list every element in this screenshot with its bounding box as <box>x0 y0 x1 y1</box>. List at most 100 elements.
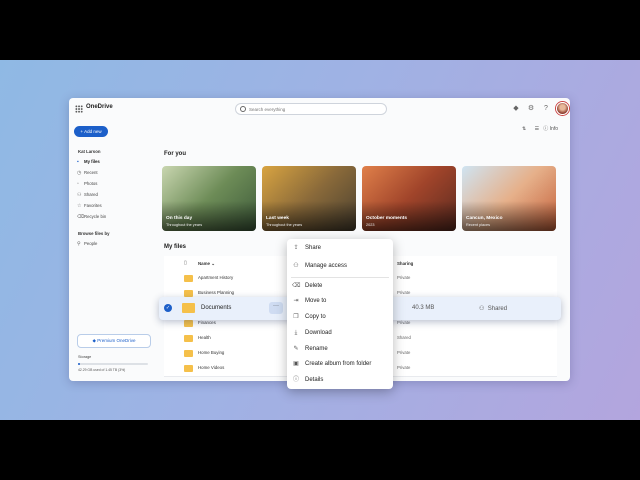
memory-card[interactable]: Last week Throughout the years <box>262 166 356 231</box>
memory-card[interactable]: Cancun, Mexico Recent places <box>462 166 556 231</box>
menu-item-manage-access[interactable]: ⚇ Manage access <box>287 259 393 274</box>
column-sharing[interactable]: Sharing <box>397 261 413 266</box>
folder-icon <box>184 350 193 357</box>
checkmark-icon[interactable]: ✓ <box>164 304 172 312</box>
file-name: Apartment History <box>198 275 234 280</box>
diamond-icon: ◆ <box>92 338 96 343</box>
folder-icon <box>184 335 193 342</box>
add-new-label: Add new <box>84 129 102 134</box>
file-name: Documents <box>201 305 232 311</box>
top-bar: OneDrive ◆ ⚙ ? <box>69 98 570 120</box>
sidebar-item-my-files[interactable]: ▪ My files <box>77 157 147 166</box>
file-name: Home Videos <box>198 365 225 370</box>
sharing-label: Shared <box>487 306 508 312</box>
sidebar-item-recycle-bin[interactable]: ⌫Recycle bin <box>77 212 147 221</box>
people-icon: ⚇ <box>77 192 82 198</box>
card-title: Cancun, Mexico <box>466 216 503 221</box>
menu-item-rename[interactable]: ✎ Rename <box>287 342 393 357</box>
card-subtitle: Throughout the years <box>266 223 303 227</box>
menu-item-download[interactable]: ⤓ Download <box>287 326 393 341</box>
file-name: Business Planning <box>198 290 235 295</box>
sidebar-item-label: Photos <box>84 181 98 186</box>
sharing-status: Private <box>397 320 411 325</box>
premium-diamond-icon[interactable]: ◆ <box>512 105 520 113</box>
card-subtitle: Recent places <box>466 223 491 227</box>
menu-item-copy-to[interactable]: ❐ Copy to <box>287 310 393 325</box>
menu-item-label: Manage access <box>305 263 348 269</box>
info-icon: ⓘ <box>292 377 299 383</box>
file-name: Home Buying <box>198 350 225 355</box>
sidebar-item-label: Shared <box>84 192 98 197</box>
download-icon: ⤓ <box>294 330 298 336</box>
menu-divider <box>291 277 389 278</box>
column-name-label: Name <box>198 261 210 266</box>
folder-icon <box>184 320 193 327</box>
more-options-button[interactable]: ··· <box>269 302 283 314</box>
move-icon: ⇥ <box>293 298 299 304</box>
sort-icon[interactable]: ⇅ <box>522 126 526 132</box>
menu-item-create-album[interactable]: ▣ Create album from folder <box>287 357 393 372</box>
trash-icon: ⌫ <box>77 214 85 220</box>
sidebar-item-label: Favorites <box>84 203 102 208</box>
view-options-icon[interactable]: ☰ <box>535 126 539 132</box>
sidebar-item-photos[interactable]: ▫ Photos <box>77 179 147 188</box>
file-size: 40.3 MB <box>412 305 435 311</box>
storage-label: Storage <box>78 355 92 359</box>
card-subtitle: Throughout the years <box>166 223 203 227</box>
my-files-heading: My files <box>164 244 187 250</box>
sidebar-item-people[interactable]: ⚲ People <box>77 239 147 248</box>
file-name: Health <box>198 335 211 340</box>
card-title: On this day <box>166 216 193 221</box>
sharing-status: ⚇ Shared <box>479 305 507 312</box>
file-name: Finances <box>198 320 216 325</box>
premium-button[interactable]: ◆ Premium OneDrive <box>77 334 151 348</box>
sidebar-item-label: Recycle bin <box>84 214 107 219</box>
folder-icon <box>184 290 193 297</box>
card-title: October moments <box>366 216 408 221</box>
person-icon: ⚲ <box>77 241 81 247</box>
for-you-heading: For you <box>164 151 186 157</box>
image-icon: ▫ <box>77 181 79 187</box>
trash-icon: ⌫ <box>292 283 301 289</box>
info-label[interactable]: Info <box>550 126 558 132</box>
sidebar-item-recent[interactable]: ◷ Recent <box>77 168 147 177</box>
album-icon: ▣ <box>293 361 299 367</box>
app-title: OneDrive <box>86 104 113 110</box>
info-icon[interactable]: ⓘ <box>543 126 548 132</box>
menu-item-label: Share <box>305 245 322 251</box>
share-icon: ⇪ <box>293 245 299 251</box>
storage-bar <box>78 363 148 365</box>
menu-item-move-to[interactable]: ⇥ Move to <box>287 294 393 309</box>
folder-icon <box>182 303 195 313</box>
memory-card[interactable]: October moments 2023 <box>362 166 456 231</box>
menu-item-details[interactable]: ⓘ Details <box>287 373 393 388</box>
search-box[interactable] <box>235 103 387 115</box>
search-input[interactable] <box>249 104 379 114</box>
sidebar-item-label: My files <box>84 159 100 164</box>
menu-item-label: Create album from folder <box>305 361 372 367</box>
avatar[interactable] <box>556 102 569 115</box>
folder-icon <box>184 365 193 372</box>
settings-gear-icon[interactable]: ⚙ <box>527 105 535 113</box>
sharing-status: Private <box>397 350 411 355</box>
rename-icon: ✎ <box>293 346 299 352</box>
sidebar-item-shared[interactable]: ⚇ Shared <box>77 190 147 199</box>
menu-item-share[interactable]: ⇪ Share <box>287 241 393 256</box>
folder-icon <box>184 275 193 282</box>
card-subtitle: 2023 <box>366 223 375 227</box>
storage-text[interactable]: 42.29 GB used of 1.45 TB (3%) <box>78 368 125 372</box>
help-icon[interactable]: ? <box>542 105 550 113</box>
column-name[interactable]: Name ⌄ <box>198 261 215 267</box>
add-new-button[interactable]: + Add new <box>74 126 108 137</box>
menu-item-delete[interactable]: ⌫ Delete <box>287 279 393 294</box>
memory-card[interactable]: On this day Throughout the years <box>162 166 256 231</box>
manage-access-icon: ⚇ <box>293 263 299 269</box>
menu-item-label: Details <box>305 377 324 383</box>
view-toolbar: ⇅ ☰ ⓘ Info <box>522 125 558 132</box>
app-launcher-icon[interactable] <box>75 105 83 113</box>
people-icon: ⚇ <box>479 306 485 312</box>
star-icon: ☆ <box>77 203 82 209</box>
card-title: Last week <box>266 216 289 221</box>
menu-item-label: Delete <box>305 283 323 289</box>
sidebar-item-favorites[interactable]: ☆ Favorites <box>77 201 147 210</box>
